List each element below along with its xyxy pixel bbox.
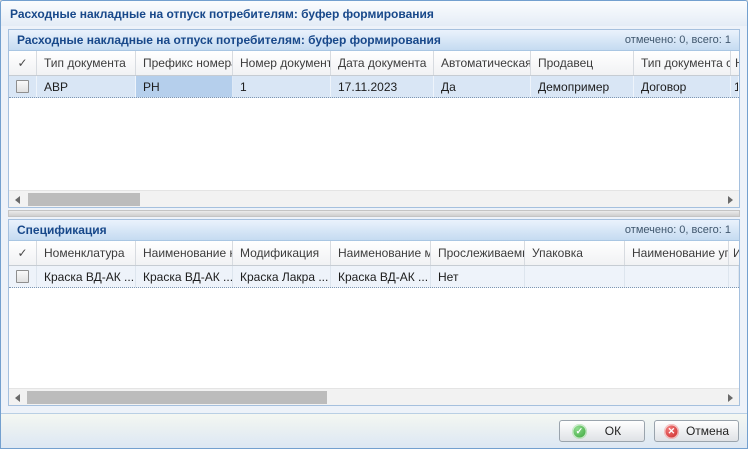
row-checkbox-cell (9, 76, 37, 97)
cell-doc-date[interactable]: 17.11.2023 (331, 76, 434, 97)
specification-panel: Спецификация отмечено: 0, всего: 1 ✓ Ном… (8, 219, 740, 406)
scroll-left-icon[interactable] (9, 389, 26, 406)
cell-doc-number[interactable]: 1 (233, 76, 331, 97)
cell-packaging-name[interactable] (625, 266, 729, 287)
scroll-left-icon[interactable] (9, 191, 26, 208)
cell-seller[interactable]: Демопример (531, 76, 634, 97)
specification-table-row[interactable]: Краска ВД-АК ... Краска ВД-АК ... Краска… (9, 266, 739, 288)
dialog-window: Расходные накладные на отпуск потребител… (0, 0, 748, 449)
cell-nomenclature-name[interactable]: Краска ВД-АК ... (136, 266, 233, 287)
window-title: Расходные накладные на отпуск потребител… (10, 7, 434, 21)
documents-check-column-header[interactable]: ✓ (9, 51, 37, 75)
cancel-x-icon: ✕ (664, 424, 679, 439)
panel-splitter[interactable] (8, 210, 740, 217)
window-titlebar[interactable]: Расходные накладные на отпуск потребител… (1, 1, 747, 26)
dialog-content: Расходные накладные на отпуск потребител… (1, 26, 747, 406)
specification-check-column-header[interactable]: ✓ (9, 241, 37, 265)
documents-panel-title: Расходные накладные на отпуск потребител… (17, 33, 441, 47)
cancel-button[interactable]: ✕ Отмена (654, 420, 739, 442)
row-checkbox[interactable] (16, 80, 29, 93)
specification-panel-header: Спецификация отмечено: 0, всего: 1 (9, 220, 739, 241)
column-header-modification-name[interactable]: Наименование мод (331, 241, 431, 265)
column-header-nomenclature[interactable]: Номенклатура (37, 241, 136, 265)
documents-table-row[interactable]: АВР РН 1 17.11.2023 Да Демопример Догово… (9, 76, 739, 98)
specification-scrollbar-thumb[interactable] (27, 391, 327, 404)
column-header-automatic[interactable]: Автоматическая ус (434, 51, 531, 75)
specification-counter: отмечено: 0, всего: 1 (625, 224, 731, 236)
cell-packaging[interactable] (525, 266, 625, 287)
column-header-invoice-doc-type[interactable]: Тип документа счё (634, 51, 731, 75)
ok-button-label: ОК (594, 424, 632, 438)
documents-panel-header: Расходные накладные на отпуск потребител… (9, 30, 739, 51)
column-header-doc-date[interactable]: Дата документа (331, 51, 434, 75)
column-header-packaging-name[interactable]: Наименование упа (625, 241, 729, 265)
specification-horizontal-scrollbar[interactable] (9, 388, 739, 405)
column-header-packaging[interactable]: Упаковка (525, 241, 625, 265)
ok-check-icon: ✓ (572, 424, 587, 439)
documents-grid-header: ✓ Тип документа Префикс номера д Номер д… (9, 51, 739, 76)
specification-grid-header: ✓ Номенклатура Наименование ном Модифика… (9, 241, 739, 266)
cancel-button-label: Отмена (686, 424, 729, 438)
cell-automatic[interactable]: Да (434, 76, 531, 97)
spec-row-checkbox[interactable] (16, 270, 29, 283)
column-header-doc-type[interactable]: Тип документа (37, 51, 136, 75)
ok-button[interactable]: ✓ ОК (559, 420, 645, 442)
cell-modification[interactable]: Краска Лакра ... (233, 266, 331, 287)
cell-n[interactable]: 1 (731, 76, 739, 97)
column-header-nomenclature-name[interactable]: Наименование ном (136, 241, 233, 265)
column-header-doc-number[interactable]: Номер документа. (233, 51, 331, 75)
documents-scrollbar-thumb[interactable] (28, 193, 140, 206)
column-header-seller[interactable]: Продавец (531, 51, 634, 75)
scroll-right-icon[interactable] (722, 389, 739, 406)
cell-traceable[interactable]: Нет (431, 266, 525, 287)
column-header-i[interactable]: И (729, 241, 739, 265)
specification-panel-title: Спецификация (17, 223, 107, 237)
specification-grid-empty-area (9, 288, 739, 388)
cell-modification-name[interactable]: Краска ВД-АК ... (331, 266, 431, 287)
cell-doc-type[interactable]: АВР (37, 76, 136, 97)
documents-panel: Расходные накладные на отпуск потребител… (8, 29, 740, 208)
cell-invoice-doc-type[interactable]: Договор (634, 76, 731, 97)
spec-row-checkbox-cell (9, 266, 37, 287)
column-header-traceable[interactable]: Прослеживаемый (431, 241, 525, 265)
documents-counter: отмечено: 0, всего: 1 (625, 34, 731, 46)
dialog-button-bar: ✓ ОК ✕ Отмена (1, 413, 747, 448)
cell-number-prefix-selected[interactable]: РН (136, 76, 233, 97)
cell-nomenclature[interactable]: Краска ВД-АК ... (37, 266, 136, 287)
documents-grid-empty-area (9, 98, 739, 190)
scroll-right-icon[interactable] (722, 191, 739, 208)
cell-i[interactable] (729, 266, 739, 287)
column-header-n[interactable]: Н (731, 51, 739, 75)
column-header-modification[interactable]: Модификация (233, 241, 331, 265)
column-header-number-prefix[interactable]: Префикс номера д (136, 51, 233, 75)
documents-horizontal-scrollbar[interactable] (9, 190, 739, 207)
